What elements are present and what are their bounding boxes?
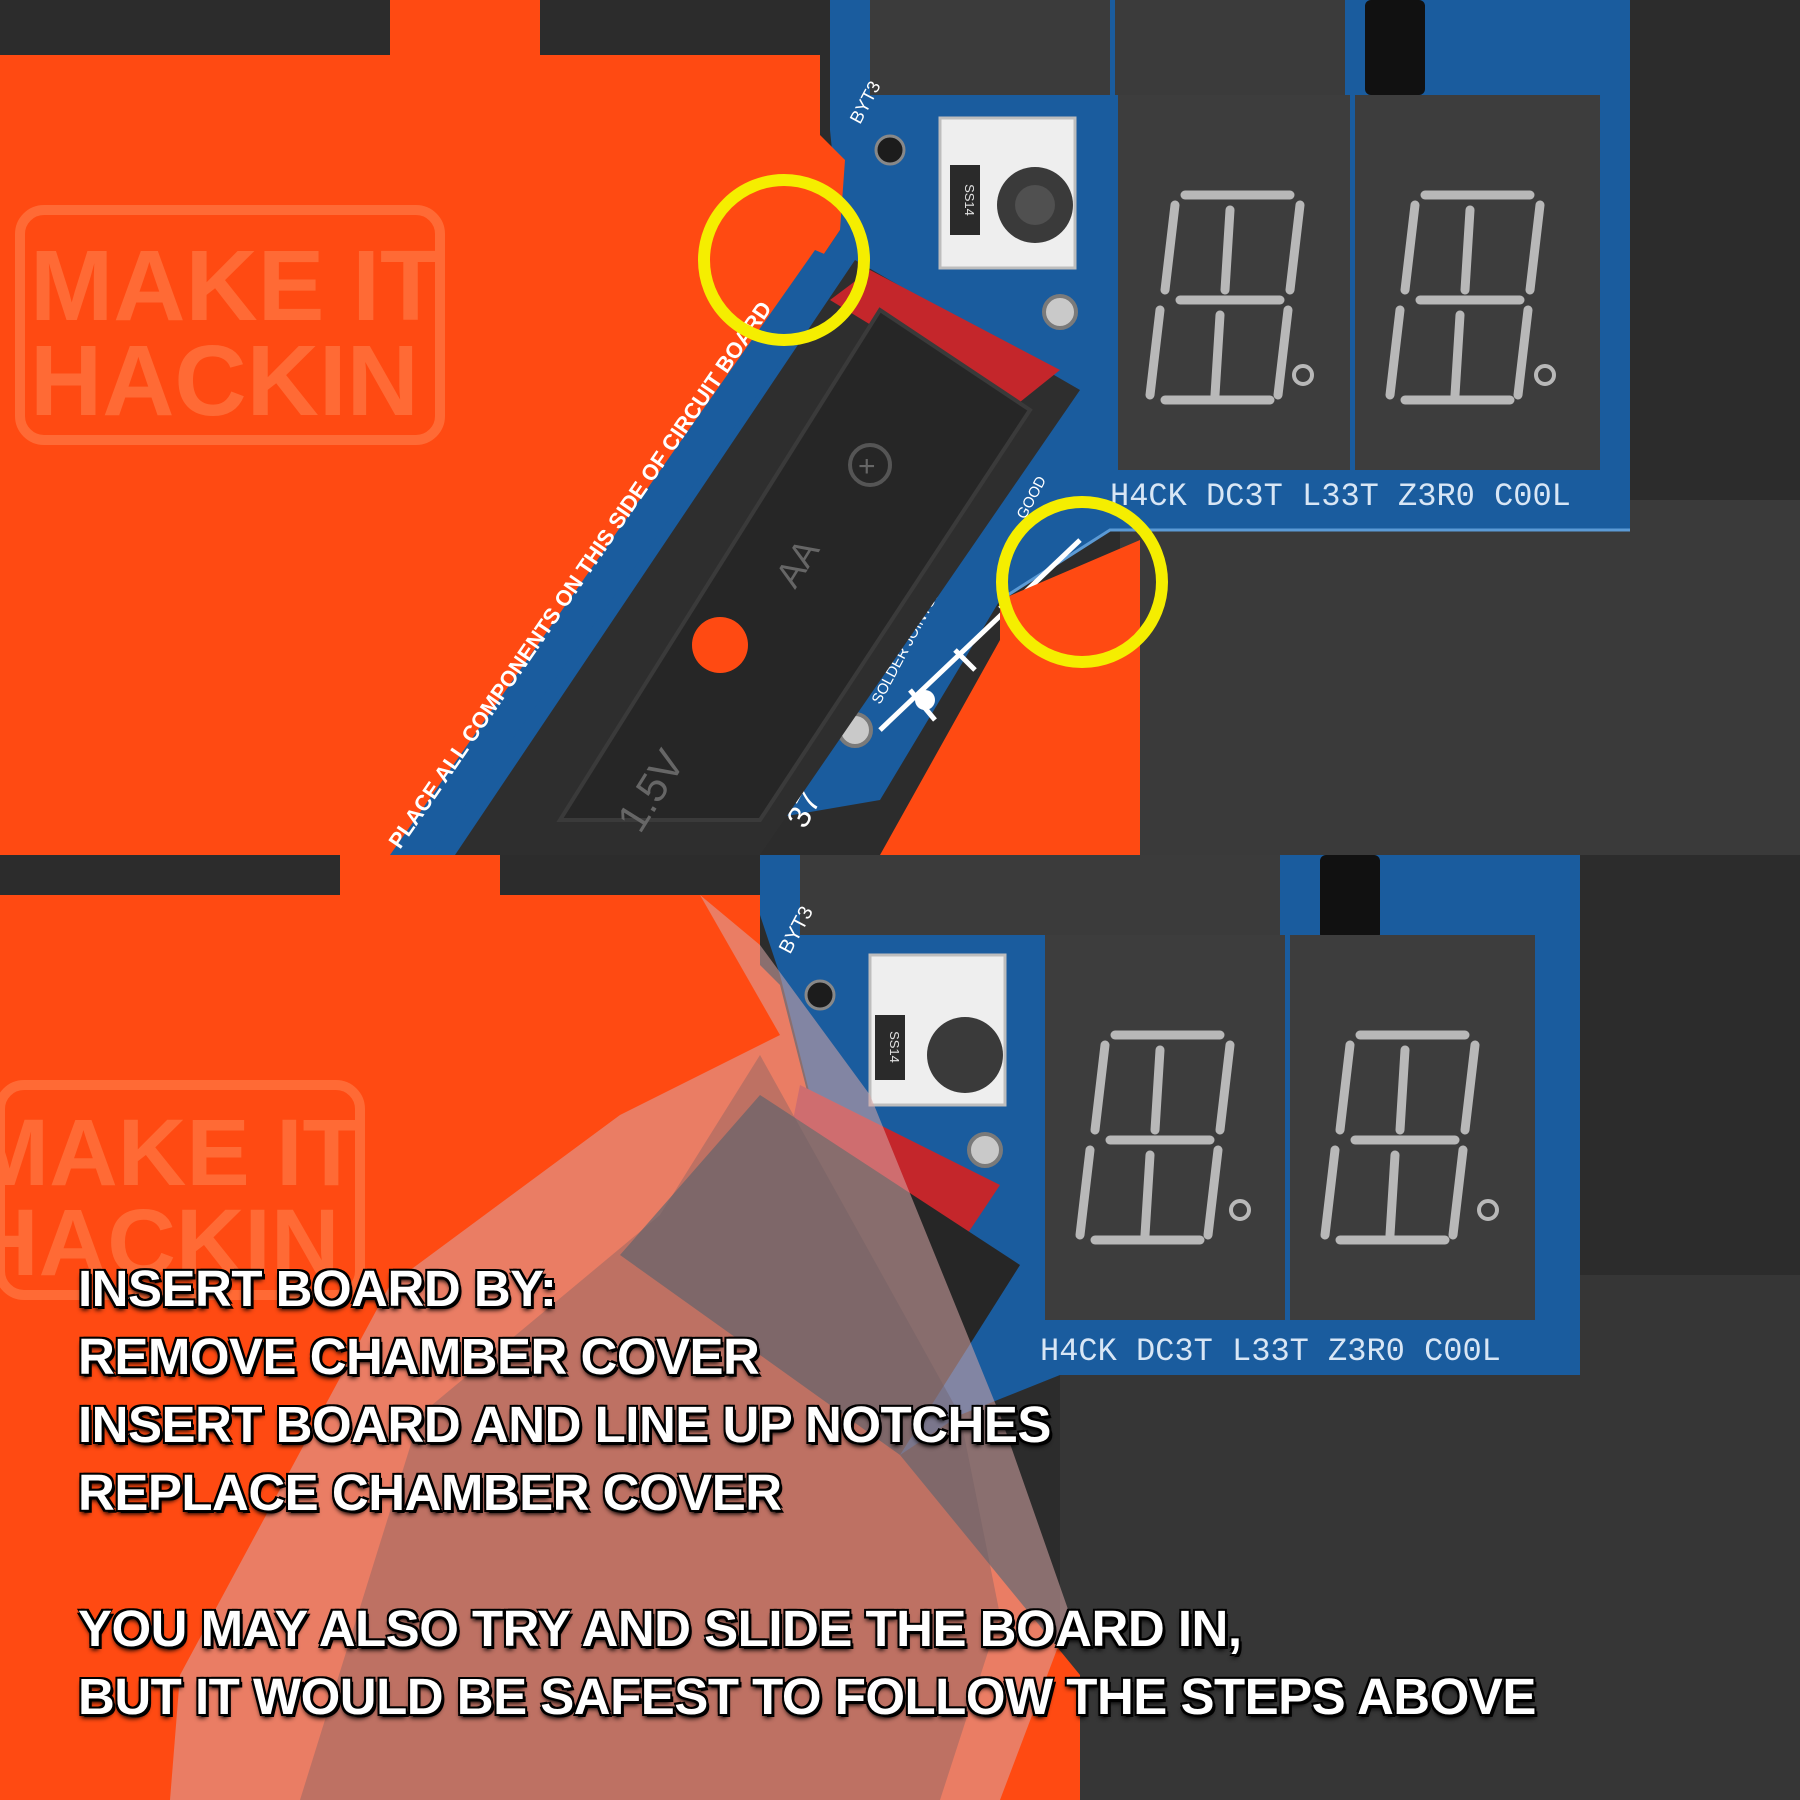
capacitor <box>1320 855 1380 940</box>
mount-hole <box>874 134 906 166</box>
display-right <box>1355 95 1600 470</box>
instruction-note: YOU MAY ALSO TRY AND SLIDE THE BOARD IN, <box>78 1600 1242 1657</box>
display-right-body <box>1355 95 1600 470</box>
instructions-spacer <box>78 1527 1536 1595</box>
diode-label: SS14 <box>962 184 977 216</box>
capacitor <box>1365 0 1425 95</box>
solder-joint-bad <box>915 690 935 710</box>
instruction-step: INSERT BOARD AND LINE UP NOTCHES <box>78 1396 1051 1453</box>
battery-plus: + <box>858 450 876 483</box>
top-photo-illustration: SS14 H4CK DC3T L33T Z3R0 C00L SOLDER JOI… <box>0 0 1800 855</box>
top-photo: SS14 H4CK DC3T L33T Z3R0 C00L SOLDER JOI… <box>0 0 1800 855</box>
mount-hole <box>804 979 836 1011</box>
instruction-step: REMOVE CHAMBER COVER <box>78 1328 760 1385</box>
display-top-left <box>870 0 1110 95</box>
led-top <box>967 1132 1003 1168</box>
inductor <box>927 1017 1003 1093</box>
led-top <box>1042 294 1078 330</box>
board-footer-text: H4CK DC3T L33T Z3R0 C00L <box>1110 478 1571 515</box>
instruction-step: REPLACE CHAMBER COVER <box>78 1464 782 1521</box>
display-top-left <box>800 855 1040 935</box>
inductor-core <box>1015 185 1055 225</box>
diode-label: SS14 <box>887 1031 902 1063</box>
case-logo-line2: HACKIN <box>30 325 419 437</box>
instructions-overlay: INSERT BOARD BY: REMOVE CHAMBER COVER IN… <box>78 1255 1536 1731</box>
display-top-right <box>1040 855 1280 935</box>
display-top-right <box>1115 0 1345 95</box>
display-left-body <box>1118 95 1350 470</box>
table-highlight <box>1120 500 1800 855</box>
display-left <box>1118 95 1350 470</box>
battery-hole <box>692 617 748 673</box>
instruction-note: BUT IT WOULD BE SAFEST TO FOLLOW THE STE… <box>78 1668 1536 1725</box>
instructions-heading: INSERT BOARD BY: <box>78 1260 557 1317</box>
